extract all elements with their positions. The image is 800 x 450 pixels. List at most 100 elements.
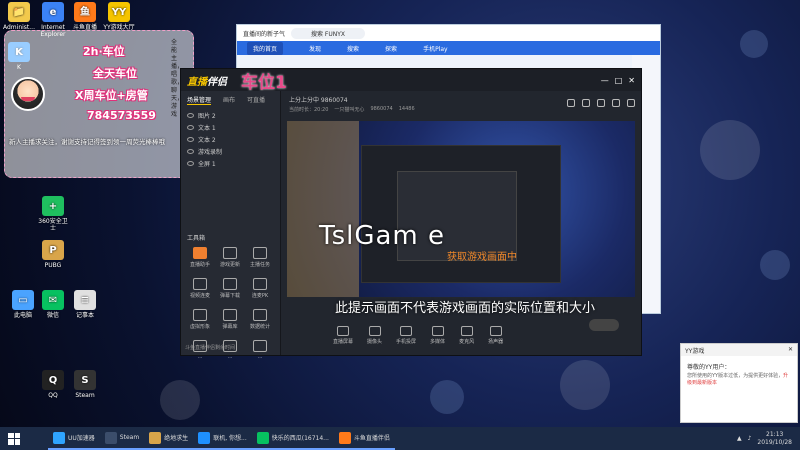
close-icon[interactable]: ✕ <box>628 76 635 85</box>
toolbox-item[interactable]: 虚拟形象 <box>185 309 215 330</box>
tool-label: 连麦PK <box>251 293 269 299</box>
settings-icon[interactable] <box>627 99 635 107</box>
clock[interactable]: 21:13 2019/10/28 <box>757 431 792 447</box>
toolbox-item[interactable]: 弹幕下载 <box>215 278 245 299</box>
live-time-note: 斗鱼直播伴侣剩余时间 <box>185 345 236 351</box>
share-icon[interactable] <box>597 99 605 107</box>
source-item[interactable]: 图片 2 <box>181 109 280 121</box>
screenshot-icon[interactable] <box>582 99 590 107</box>
tool-label: 扬声器 <box>488 339 504 345</box>
toolbox-item[interactable]: 数据统计 <box>245 309 275 330</box>
header-tool-icons <box>567 99 635 107</box>
scene-tab[interactable]: 画布 <box>223 95 235 105</box>
taskbar-app[interactable]: UU加速器 <box>48 427 100 450</box>
live-companion-window[interactable]: 直播伴侣 车位1 — □ ✕ 场景管理 画布 可直播 图片 2 文本 1 文本 2 游戏录… <box>180 68 642 360</box>
tool-icon <box>223 247 237 259</box>
bg-tab[interactable]: 手机Play <box>423 44 448 53</box>
desktop-icon[interactable]: ▭ 此电脑 <box>6 290 40 319</box>
room-sub-item: 一只猫叫无心 <box>334 107 365 113</box>
toolbox-item[interactable]: 弹幕库 <box>215 309 245 330</box>
scene-tab[interactable]: 场景管理 <box>187 95 212 105</box>
desktop-icon[interactable]: 📁 Administ... <box>2 2 36 31</box>
streamer-info-overlay: 2h·车位 全天车位 X周车位+房管 784573559 全能主播，唱歌，聊天，… <box>4 30 194 178</box>
bg-search-box[interactable]: 搜索 FUNYX <box>291 27 366 39</box>
source-item[interactable]: 全屏 1 <box>181 157 280 169</box>
start-button[interactable] <box>0 432 28 445</box>
volume-icon[interactable]: ♪ <box>748 435 752 442</box>
start-live-toggle[interactable] <box>589 319 619 331</box>
taskbar-app-label: 绝地求生 <box>164 435 189 442</box>
desktop-icon[interactable]: +360安全卫士 <box>36 196 70 232</box>
overlay-scroll-text: 新人主播求关注，谢谢支持记得签到领一周荧光棒棒哦 <box>9 138 165 146</box>
desktop-icon-label: PUBG <box>44 262 62 269</box>
network-icon[interactable]: ▲ <box>737 435 742 442</box>
source-label: 全屏 1 <box>198 160 216 168</box>
capturing-text: 获取游戏画面中 <box>447 252 517 263</box>
source-label: 文本 2 <box>198 136 216 144</box>
taskbar-app[interactable]: 快乐的西瓜(16714... <box>251 427 334 450</box>
tool-icon <box>253 247 267 259</box>
taskbar-app[interactable]: 斗鱼直播伴侣 <box>333 427 395 450</box>
app-icon <box>198 431 211 444</box>
tool-label: 麦克风 <box>459 339 475 345</box>
desktop-icon[interactable]: ≡ 记事本 <box>68 290 102 319</box>
notification-icon[interactable] <box>612 99 620 107</box>
desktop-icon[interactable]: YY YY游戏大厅 <box>102 2 136 31</box>
taskbar-app-label: 联机, 你想... <box>213 435 247 442</box>
bg-tab[interactable]: 探索 <box>385 44 397 53</box>
update-notification[interactable]: YY游戏 ✕ 尊敬的YY用户： 您所使用的YY版本过低，为提供更好体验，升级到最新… <box>680 343 798 423</box>
bokeh <box>160 380 200 420</box>
desktop-icon[interactable]: ✉ 微信 <box>36 290 70 319</box>
eye-icon[interactable] <box>187 148 194 154</box>
record-icon[interactable] <box>567 99 575 107</box>
taskbar: UU加速器 Steam 绝地求生 联机, 你想... 快乐的西瓜(16714... 斗鱼直… <box>0 427 800 450</box>
bottom-tool[interactable]: 摄像头 <box>367 326 382 345</box>
scene-tab[interactable]: 可直播 <box>247 95 265 105</box>
bokeh <box>560 360 610 410</box>
app-logo: 直播伴侣 <box>187 76 227 88</box>
taskbar-apps: UU加速器 Steam 绝地求生 联机, 你想... 快乐的西瓜(16714... 斗鱼直… <box>48 427 395 450</box>
desktop-icon-label: Steam <box>75 392 95 399</box>
toolbox-item[interactable]: 视频连麦 <box>185 278 215 299</box>
bg-tab[interactable]: 发现 <box>309 44 321 53</box>
bottom-tool[interactable]: 扬声器 <box>488 326 503 345</box>
scene-panel: 场景管理 画布 可直播 图片 2 文本 1 文本 2 游戏录制 全屏 1 工具箱 直播助手 游… <box>181 91 281 360</box>
source-item[interactable]: 文本 1 <box>181 121 280 133</box>
source-item[interactable]: 文本 2 <box>181 133 280 145</box>
bottom-tool[interactable]: 手机投屏 <box>396 326 416 345</box>
bottom-tool[interactable]: 直播屏幕 <box>333 326 353 345</box>
eye-icon[interactable] <box>187 124 194 130</box>
toolbox-item[interactable]: ... <box>245 340 275 360</box>
close-icon[interactable]: ✕ <box>788 346 793 354</box>
eye-icon[interactable] <box>187 112 194 118</box>
toolbox-item[interactable]: 连麦PK <box>245 278 275 299</box>
maximize-icon[interactable]: □ <box>615 76 623 85</box>
toolbox-item[interactable]: 游戏更新 <box>215 247 245 268</box>
source-label: 图片 2 <box>198 112 216 120</box>
taskbar-app[interactable]: Steam <box>99 427 145 450</box>
tool-icon <box>253 278 267 290</box>
bg-tab[interactable]: 搜索 <box>347 44 359 53</box>
taskbar-app[interactable]: 绝地求生 <box>144 427 194 450</box>
desktop-icon[interactable]: 鱼斗鱼直播 <box>68 2 102 31</box>
bottom-tool[interactable]: 多媒体 <box>430 326 445 345</box>
desktop-icon[interactable]: Q QQ <box>36 370 70 399</box>
eye-icon[interactable] <box>187 160 194 166</box>
bg-tab[interactable]: 我的首页 <box>247 41 284 55</box>
desktop-icon[interactable]: P PUBG <box>36 240 70 269</box>
source-list: 图片 2 文本 1 文本 2 游戏录制全屏 1 <box>181 109 280 169</box>
toolbox-item[interactable]: 主播任务 <box>245 247 275 268</box>
app-icon: YY <box>108 2 130 22</box>
toolbox-item[interactable]: 直播助手 <box>185 247 215 268</box>
tool-label: 数据统计 <box>249 324 270 330</box>
toolbox-title: 工具箱 <box>187 235 206 242</box>
desktop-icon[interactable]: S Steam <box>68 370 102 399</box>
minimize-icon[interactable]: — <box>601 76 609 85</box>
eye-icon[interactable] <box>187 136 194 142</box>
source-item[interactable]: 游戏录制 <box>181 145 280 157</box>
tool-icon <box>431 326 444 336</box>
bottom-tool[interactable]: 麦克风 <box>459 326 474 345</box>
stream-preview[interactable]: TslGam e 获取游戏画面中 <box>287 121 635 297</box>
taskbar-app[interactable]: 联机, 你想... <box>193 427 252 450</box>
room-sub-info: 当前时长：20:20 一只猫叫无心 9860074 14486 <box>289 106 635 113</box>
